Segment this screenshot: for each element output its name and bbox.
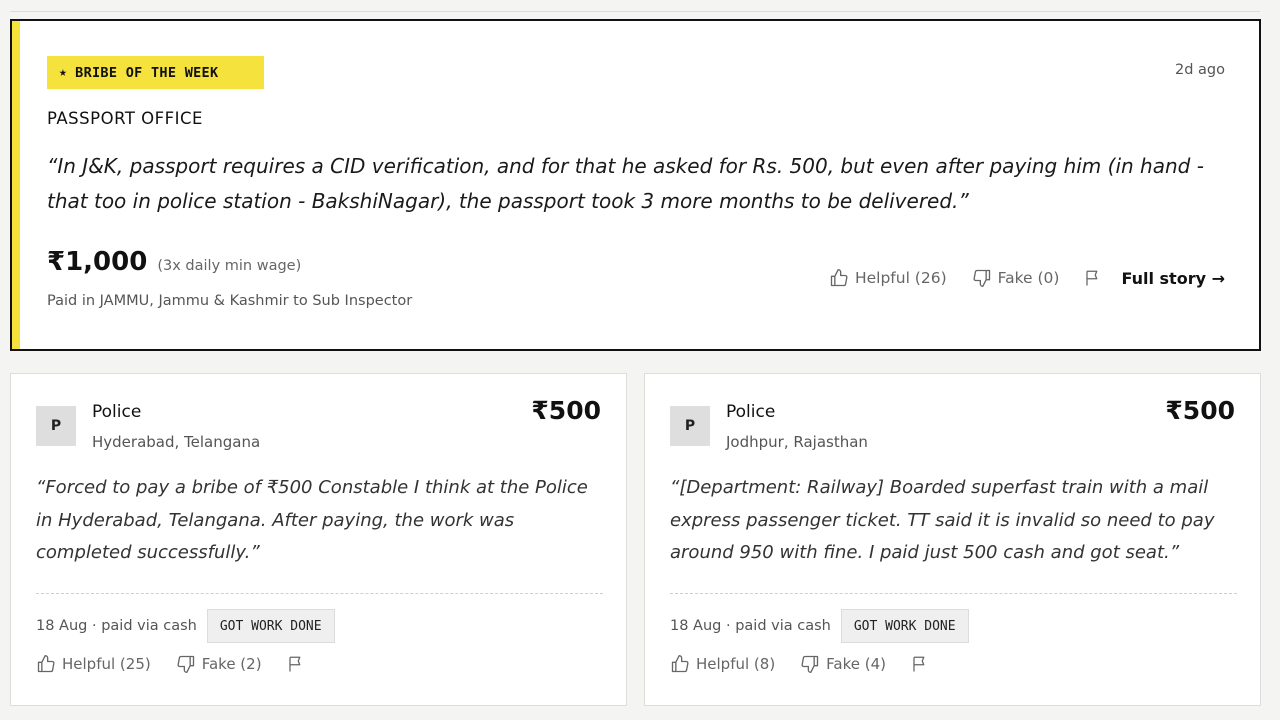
badge-label: BRIBE OF THE WEEK [75,64,219,81]
fake-button[interactable]: Fake (0) [972,268,1060,288]
paid-in-text: Paid in JAMMU, Jammu & Kashmir to Sub In… [47,293,413,309]
featured-accent-bar [12,21,20,349]
card-actions: Helpful (25) Fake (2) [36,654,305,674]
thumbs-up-icon [671,655,689,673]
helpful-button[interactable]: Helpful (26) [829,268,947,288]
status-badge: GOT WORK DONE [206,609,335,643]
status-badge: GOT WORK DONE [840,609,969,643]
fake-button[interactable]: Fake (4) [800,654,886,674]
dashed-divider [670,593,1237,594]
avatar: P [36,406,76,446]
helpful-button[interactable]: Helpful (25) [36,654,151,674]
thumbs-up-icon [37,655,55,673]
meta-row: 18 Aug · paid via cash GOT WORK DONE [36,609,335,643]
thumbs-up-icon [830,269,848,287]
fake-count: Fake (4) [826,655,887,673]
bribe-amount: ₹500 [531,396,601,425]
date-payment-method: 18 Aug · paid via cash [670,618,831,634]
fake-count: Fake (0) [997,269,1060,287]
fake-button[interactable]: Fake (2) [176,654,262,674]
fake-count: Fake (2) [201,655,262,673]
bribe-of-week-badge: ★ BRIBE OF THE WEEK [47,56,264,89]
flag-icon [913,656,925,672]
avatar: P [670,406,710,446]
helpful-button[interactable]: Helpful (8) [670,654,775,674]
department-name: Police [92,402,142,422]
top-divider [10,0,1260,12]
featured-amount-row: ₹1,000 (3x daily min wage) [47,247,301,277]
bribe-quote: “Forced to pay a bribe of ₹500 Constable… [36,477,588,563]
featured-actions: Helpful (26) Fake (0) Full story → [829,268,1225,288]
date-payment-method: 18 Aug · paid via cash [36,618,197,634]
bribe-card[interactable]: P Police Hyderabad, Telangana ₹500 “Forc… [10,373,627,706]
thumbs-down-icon [801,655,819,673]
thumbs-down-icon [973,269,990,287]
report-flag-button[interactable] [287,655,305,673]
thumbs-down-icon [177,655,194,673]
location: Hyderabad, Telangana [92,433,261,451]
card-actions: Helpful (8) Fake (4) [670,654,929,674]
report-flag-button[interactable] [911,655,929,673]
helpful-count: Helpful (26) [854,269,947,287]
bribe-card[interactable]: P Police Jodhpur, Rajasthan ₹500 “[Depar… [644,373,1261,706]
featured-bribe-card[interactable]: ★ BRIBE OF THE WEEK 2d ago PASSPORT OFFI… [10,19,1261,351]
time-ago: 2d ago [1175,62,1225,78]
dashed-divider [36,593,603,594]
full-story-link[interactable]: Full story → [1121,269,1225,288]
meta-row: 18 Aug · paid via cash GOT WORK DONE [670,609,969,643]
flag-icon [1086,270,1098,286]
featured-amount: ₹1,000 [47,247,148,277]
featured-quote: “In J&K, passport requires a CID verific… [47,154,1204,213]
category-label: PASSPORT OFFICE [47,109,203,128]
report-flag-button[interactable] [1084,269,1102,287]
bribe-quote: “[Department: Railway] Boarded superfast… [670,477,1215,563]
star-icon: ★ [59,65,68,80]
bribe-amount: ₹500 [1165,396,1235,425]
helpful-count: Helpful (8) [696,655,776,673]
wage-note: (3x daily min wage) [157,258,302,274]
helpful-count: Helpful (25) [62,655,151,673]
location: Jodhpur, Rajasthan [726,433,868,451]
flag-icon [288,656,300,672]
department-name: Police [726,402,776,422]
